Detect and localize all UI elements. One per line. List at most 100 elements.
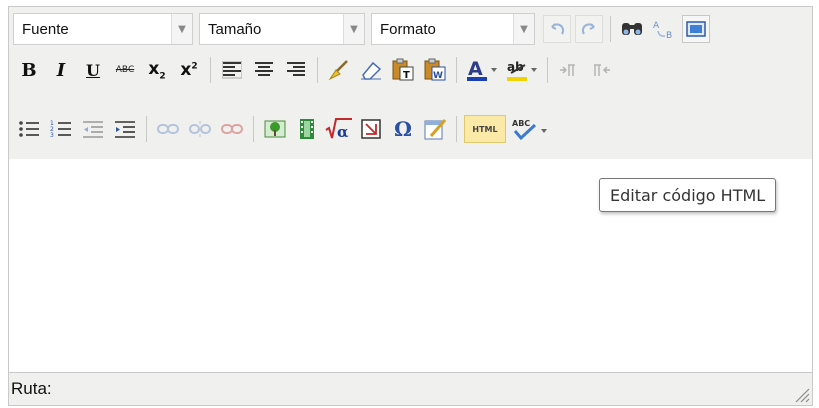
tooltip: Editar código HTML: [599, 178, 777, 212]
paste-word-icon: W: [424, 58, 446, 81]
paste-text-button[interactable]: T: [389, 56, 417, 84]
omega-icon: Ω: [394, 117, 412, 141]
unlink-icon: [189, 121, 211, 137]
highlight-color-icon: ab: [507, 60, 537, 81]
undo-icon: [551, 23, 565, 35]
toolbar-separator: [610, 16, 611, 42]
remove-format-button[interactable]: [357, 56, 385, 84]
superscript-icon: x2: [180, 60, 197, 80]
bold-button[interactable]: B: [15, 56, 43, 84]
format-value: Formato: [380, 20, 436, 38]
strikethrough-button[interactable]: ABC: [111, 56, 139, 84]
toolbar-separator: [547, 57, 548, 83]
align-left-button[interactable]: [218, 56, 246, 84]
unordered-list-button[interactable]: [15, 115, 43, 143]
toolbar-separator: [253, 116, 254, 142]
eraser-icon: [361, 61, 382, 80]
template-edit-icon: [424, 119, 447, 140]
math-formula-icon: α: [325, 118, 352, 141]
subscript-button[interactable]: x2: [143, 56, 171, 84]
film-icon: [300, 119, 314, 139]
text-color-icon: A: [467, 58, 497, 81]
font-family-value: Fuente: [22, 20, 69, 38]
tooltip-text: Editar código HTML: [610, 185, 766, 205]
resize-grip-icon[interactable]: [792, 385, 810, 403]
superscript-base: x: [180, 60, 192, 80]
toolbar-row-2: B I U ABC x2 x2 T W A ab: [13, 53, 617, 87]
underline-button[interactable]: U: [79, 56, 107, 84]
align-center-icon: [255, 62, 273, 76]
chevron-down-icon[interactable]: ▼: [343, 14, 364, 44]
toolbar-row-1: Fuente ▼ Tamaño ▼ Formato ▼ A B: [13, 12, 712, 46]
template-button[interactable]: [421, 115, 449, 143]
spellcheck-label: ABC: [512, 119, 530, 128]
broom-icon: [328, 60, 348, 81]
paste-word-button[interactable]: W: [421, 56, 449, 84]
image-icon: [264, 120, 286, 138]
toolbar-row-3: 123 α Ω HTML ABC: [13, 112, 552, 146]
ltr-button[interactable]: [555, 56, 583, 84]
italic-button[interactable]: I: [47, 56, 75, 84]
subscript-base: x: [148, 58, 160, 79]
toolbar-separator: [317, 57, 318, 83]
equation-button[interactable]: α: [325, 115, 353, 143]
highlight-color-button[interactable]: ab: [504, 56, 540, 84]
anchor-button[interactable]: [218, 115, 246, 143]
html-source-icon: HTML: [472, 124, 498, 134]
cleanup-button[interactable]: [325, 56, 353, 84]
fullscreen-button[interactable]: [682, 15, 710, 43]
ordered-list-button[interactable]: 123: [47, 115, 75, 143]
outdent-icon: [83, 121, 103, 138]
strikethrough-icon: ABC: [115, 65, 135, 75]
toolbar-separator: [456, 116, 457, 142]
spellcheck-button[interactable]: ABC: [510, 115, 550, 143]
media-button[interactable]: [293, 115, 321, 143]
edit-html-button[interactable]: HTML: [464, 115, 506, 143]
paste-text-icon: T: [392, 58, 414, 81]
superscript-button[interactable]: x2: [175, 56, 203, 84]
align-right-button[interactable]: [282, 56, 310, 84]
svg-text:B: B: [666, 31, 672, 40]
indent-button[interactable]: [111, 115, 139, 143]
align-right-icon: [287, 62, 305, 76]
svg-text:W: W: [433, 71, 443, 81]
format-select[interactable]: Formato ▼: [371, 13, 535, 45]
text-color-button[interactable]: A: [464, 56, 500, 84]
redo-icon: [581, 23, 595, 35]
svg-text:T: T: [403, 70, 410, 81]
undo-button[interactable]: [543, 15, 571, 43]
unlink-button[interactable]: [186, 115, 214, 143]
special-char-button[interactable]: Ω: [389, 115, 417, 143]
indent-icon: [115, 121, 135, 138]
align-center-button[interactable]: [250, 56, 278, 84]
toolbar-separator: [456, 57, 457, 83]
chevron-down-icon[interactable]: ▼: [513, 14, 534, 44]
editor-status-bar: Ruta:: [9, 372, 812, 405]
link-button[interactable]: [154, 115, 182, 143]
numbered-list-icon: 123: [50, 120, 71, 139]
font-size-select[interactable]: Tamaño ▼: [199, 13, 365, 45]
superscript-mark: 2: [191, 61, 198, 72]
chevron-down-icon[interactable]: ▼: [171, 14, 192, 44]
underline-icon: U: [86, 60, 100, 80]
find-button[interactable]: [618, 15, 646, 43]
svg-text:3: 3: [50, 132, 54, 139]
rtl-button[interactable]: [587, 56, 615, 84]
bold-icon: B: [21, 59, 37, 81]
rtl-icon: [594, 64, 610, 76]
font-family-select[interactable]: Fuente ▼: [13, 13, 193, 45]
image-button[interactable]: [261, 115, 289, 143]
anchor-link-icon: [221, 124, 243, 134]
text-color-glyph: A: [468, 58, 483, 80]
ltr-icon: [560, 64, 575, 76]
editor-toolbar: Fuente ▼ Tamaño ▼ Formato ▼ A B B I U AB…: [9, 7, 812, 160]
replace-icon: A B: [653, 21, 672, 40]
spellcheck-icon: ABC: [512, 119, 547, 141]
outdent-button[interactable]: [79, 115, 107, 143]
binoculars-icon: [622, 23, 642, 35]
redo-button[interactable]: [575, 15, 603, 43]
italic-icon: I: [56, 59, 66, 81]
replace-button[interactable]: A B: [650, 15, 678, 43]
toolbar-separator: [210, 57, 211, 83]
cut-text-button[interactable]: [357, 115, 385, 143]
